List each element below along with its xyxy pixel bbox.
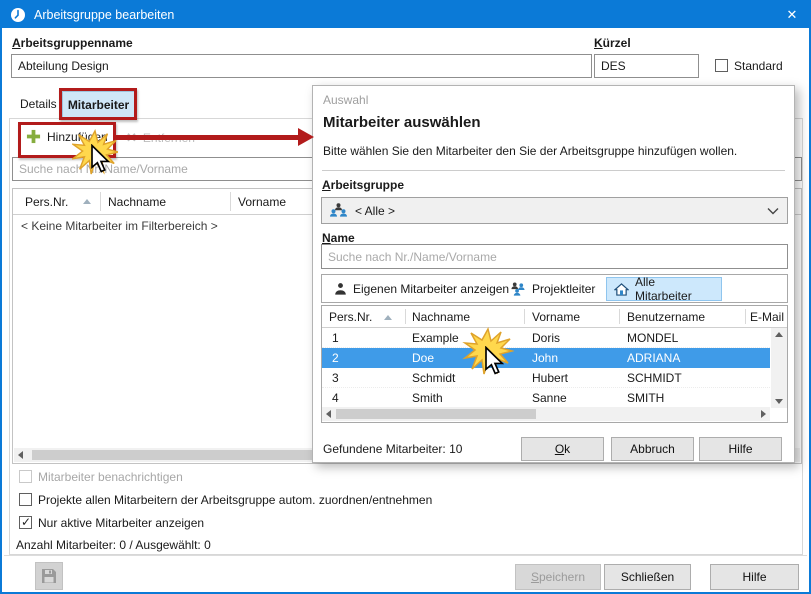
sort-asc-icon <box>384 315 392 320</box>
standard-checkbox[interactable]: Standard <box>715 59 783 73</box>
scroll-right-icon[interactable] <box>761 410 766 418</box>
workgroup-dropdown[interactable]: < Alle > <box>321 197 788 224</box>
filter-all-members-label: Alle Mitarbeiter <box>635 275 714 303</box>
col-benutzername[interactable]: Benutzername <box>627 310 705 324</box>
col-email[interactable]: E-Mail <box>750 310 784 324</box>
col-persnr[interactable]: Pers.Nr. <box>25 195 68 209</box>
empty-table-text: < Keine Mitarbeiter im Filterbereich > <box>21 219 218 233</box>
overlay-separator <box>322 170 785 171</box>
save-icon-button[interactable] <box>35 562 63 590</box>
found-members-text: Gefundene Mitarbeiter: 10 <box>323 442 462 456</box>
active-members-only-label: Nur aktive Mitarbeiter anzeigen <box>38 516 204 530</box>
scroll-up-icon[interactable] <box>775 332 783 337</box>
table-row[interactable]: 1 Example Doris MONDEL <box>322 328 770 348</box>
active-members-only-checkbox-box[interactable] <box>19 516 32 529</box>
workgroup-name-label: Arbeitsgruppenname <box>12 36 133 50</box>
select-member-dialog: Auswahl Mitarbeiter auswählen Bitte wähl… <box>312 85 795 463</box>
title-bar: Arbeitsgruppe bearbeiten <box>2 2 809 28</box>
kuerzel-label: Kürzel <box>594 36 631 50</box>
person-icon <box>334 282 347 296</box>
standard-checkbox-box[interactable] <box>715 59 728 72</box>
picker-table-vscrollbar[interactable] <box>771 328 787 408</box>
active-members-only-checkbox[interactable]: Nur aktive Mitarbeiter anzeigen <box>19 516 204 530</box>
edit-workgroup-dialog: Arbeitsgruppe bearbeiten ✕ Arbeitsgruppe… <box>0 0 811 594</box>
table-row[interactable]: 4 Smith Sanne SMITH <box>322 388 770 408</box>
footer-separator <box>4 555 807 556</box>
workgroup-name-field[interactable] <box>11 54 592 78</box>
notify-members-label: Mitarbeiter benachrichtigen <box>38 470 183 484</box>
tab-details[interactable]: Details <box>20 97 57 111</box>
annotation-arrow-line <box>116 135 299 140</box>
col-persnr[interactable]: Pers.Nr. <box>329 310 372 324</box>
auto-assign-projects-checkbox-box[interactable] <box>19 493 32 506</box>
member-filter-bar: Eigenen Mitarbeiter anzeigen Projektleit… <box>321 274 788 303</box>
ok-button[interactable]: Ok <box>521 437 604 461</box>
mouse-cursor-icon <box>484 346 506 379</box>
filter-projektleiter[interactable]: Projektleiter <box>502 277 603 301</box>
workgroup-dropdown-value: < Alle > <box>355 204 395 218</box>
auto-assign-projects-label: Projekte allen Mitarbeitern der Arbeitsg… <box>38 493 432 507</box>
org-group-icon <box>330 203 347 218</box>
filter-projektleiter-label: Projektleiter <box>532 282 595 296</box>
auto-assign-projects-checkbox[interactable]: Projekte allen Mitarbeitern der Arbeitsg… <box>19 493 432 507</box>
mouse-cursor-icon <box>90 144 112 177</box>
table-row[interactable]: 3 Schmidt Hubert SCHMIDT <box>322 368 770 388</box>
overlay-window-title: Auswahl <box>323 93 368 107</box>
floppy-disk-icon <box>41 568 57 584</box>
chevron-down-icon[interactable] <box>767 207 779 215</box>
filter-own-members-label: Eigenen Mitarbeiter anzeigen <box>353 282 509 296</box>
sort-asc-icon <box>83 199 91 204</box>
col-nachname[interactable]: Nachname <box>412 310 470 324</box>
overlay-search-input[interactable] <box>321 244 788 269</box>
close-button[interactable]: Schließen <box>604 564 691 590</box>
window-title: Arbeitsgruppe bearbeiten <box>34 8 174 22</box>
filter-own-members[interactable]: Eigenen Mitarbeiter anzeigen <box>326 277 517 301</box>
overlay-subtitle: Bitte wählen Sie den Mitarbeiter den Sie… <box>323 144 737 158</box>
col-nachname[interactable]: Nachname <box>108 195 166 209</box>
notify-members-checkbox[interactable]: Mitarbeiter benachrichtigen <box>19 470 183 484</box>
member-count-text: Anzahl Mitarbeiter: 0 / Ausgewählt: 0 <box>16 538 211 552</box>
picker-table-hscrollbar[interactable] <box>322 407 770 421</box>
picker-table-header: Pers.Nr. Nachname Vorname Benutzername E… <box>322 306 787 328</box>
overlay-heading: Mitarbeiter auswählen <box>323 114 481 131</box>
scroll-left-icon[interactable] <box>18 451 23 459</box>
team-icon <box>510 282 526 296</box>
col-vorname[interactable]: Vorname <box>238 195 286 209</box>
filter-all-members[interactable]: Alle Mitarbeiter <box>606 277 722 301</box>
overlay-help-button[interactable]: Hilfe <box>699 437 782 461</box>
save-button[interactable]: Speichern <box>515 564 601 590</box>
scroll-left-icon[interactable] <box>326 410 331 418</box>
help-button[interactable]: Hilfe <box>710 564 799 590</box>
standard-checkbox-label: Standard <box>734 59 783 73</box>
table-row[interactable]: 2 Doe John ADRIANA <box>322 348 770 368</box>
cancel-button[interactable]: Abbruch <box>611 437 694 461</box>
kuerzel-field[interactable] <box>594 54 699 78</box>
member-picker-table: Pers.Nr. Nachname Vorname Benutzername E… <box>321 305 788 423</box>
col-vorname[interactable]: Vorname <box>532 310 580 324</box>
app-clock-icon <box>10 7 26 23</box>
scroll-down-icon[interactable] <box>775 399 783 404</box>
notify-members-checkbox-box[interactable] <box>19 470 32 483</box>
annotation-arrow-head <box>298 128 314 146</box>
name-search-label: Name <box>322 231 355 245</box>
annotation-box-mitarbeiter-tab <box>59 88 137 120</box>
workgroup-dropdown-label: Arbeitsgruppe <box>322 178 404 192</box>
close-icon[interactable]: ✕ <box>775 2 809 28</box>
home-icon <box>614 283 629 296</box>
picker-hscroll-thumb[interactable] <box>336 409 536 419</box>
